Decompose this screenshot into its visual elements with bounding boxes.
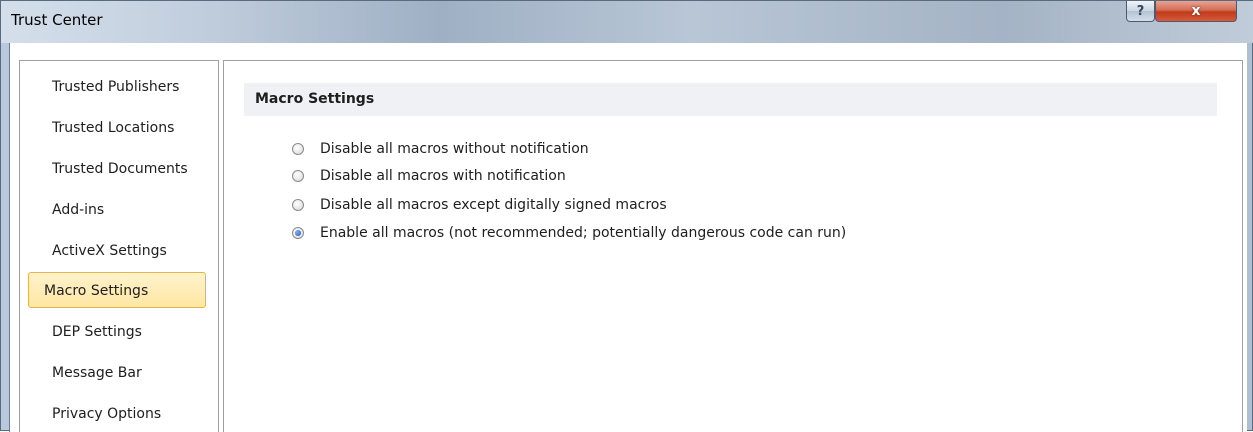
- radio-button-checked[interactable]: [292, 227, 304, 239]
- macro-option-disable-with-notification[interactable]: Disable all macros with notification: [292, 165, 566, 187]
- macro-option-enable-all[interactable]: Enable all macros (not recommended; pote…: [292, 222, 846, 244]
- help-button[interactable]: ?: [1126, 1, 1155, 22]
- radio-button[interactable]: [292, 199, 304, 211]
- trust-center-dialog: Trust Center ? x Trusted Publishers Trus…: [0, 0, 1253, 432]
- option-label: Disable all macros with notification: [320, 168, 566, 184]
- sidebar-item-macro-settings[interactable]: Macro Settings: [28, 272, 206, 308]
- sidebar: Trusted Publishers Trusted Locations Tru…: [19, 60, 219, 432]
- section-title: Macro Settings: [244, 83, 1217, 116]
- sidebar-item-activex-settings[interactable]: ActiveX Settings: [28, 233, 206, 269]
- close-button[interactable]: x: [1155, 1, 1237, 22]
- sidebar-item-trusted-documents[interactable]: Trusted Documents: [28, 151, 206, 187]
- close-icon: x: [1191, 3, 1201, 19]
- radio-button[interactable]: [292, 143, 304, 155]
- dialog-body: Trusted Publishers Trusted Locations Tru…: [9, 43, 1247, 432]
- sidebar-item-privacy-options[interactable]: Privacy Options: [28, 396, 206, 432]
- sidebar-item-trusted-locations[interactable]: Trusted Locations: [28, 110, 206, 146]
- title-bar[interactable]: Trust Center ? x: [1, 1, 1253, 43]
- sidebar-item-dep-settings[interactable]: DEP Settings: [28, 314, 206, 350]
- macro-option-disable-without-notification[interactable]: Disable all macros without notification: [292, 138, 589, 160]
- option-label: Disable all macros except digitally sign…: [320, 197, 667, 213]
- help-icon: ?: [1136, 3, 1145, 19]
- option-label: Enable all macros (not recommended; pote…: [320, 225, 847, 241]
- window-title: Trust Center: [11, 11, 103, 29]
- main-panel: Macro Settings Disable all macros withou…: [223, 60, 1243, 432]
- sidebar-item-add-ins[interactable]: Add-ins: [28, 192, 206, 228]
- sidebar-item-message-bar[interactable]: Message Bar: [28, 355, 206, 391]
- radio-button[interactable]: [292, 170, 304, 182]
- sidebar-item-trusted-publishers[interactable]: Trusted Publishers: [28, 69, 206, 105]
- macro-option-disable-except-signed[interactable]: Disable all macros except digitally sign…: [292, 194, 667, 216]
- option-label: Disable all macros without notification: [320, 141, 589, 157]
